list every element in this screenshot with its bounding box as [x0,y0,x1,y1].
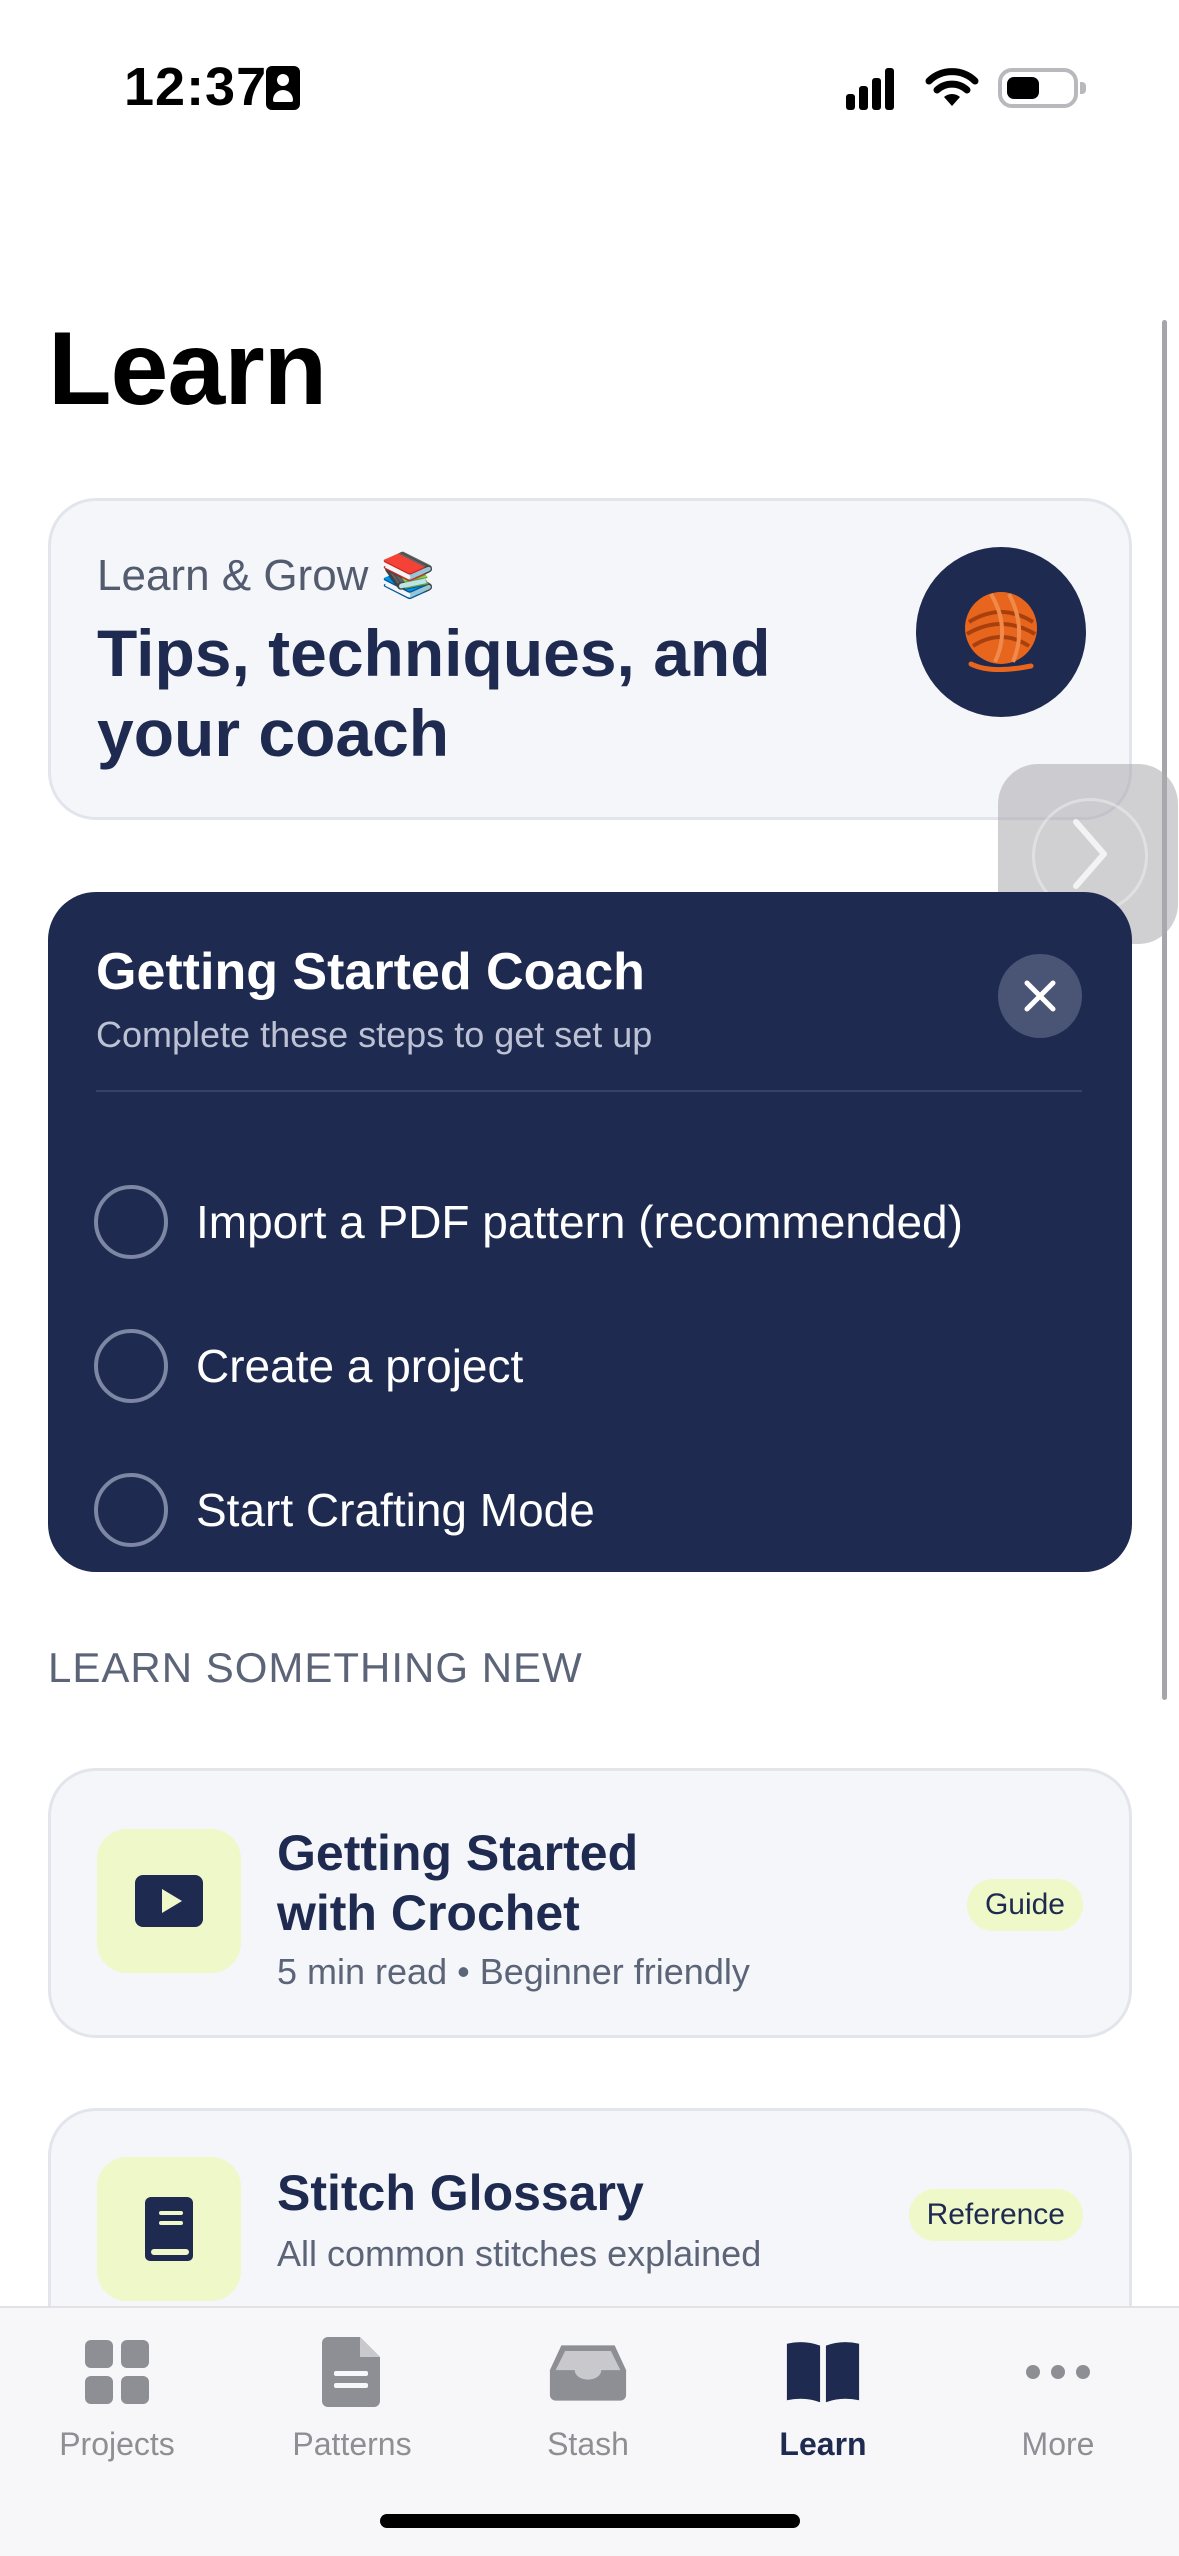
resource-title: Getting Started [277,1825,639,1881]
tab-stash[interactable]: Stash [498,2332,678,2472]
tab-learn[interactable]: Learn [733,2332,913,2472]
tab-label: More [1021,2426,1095,2462]
ellipsis-icon [1026,2365,1090,2379]
resource-icon-tile [97,1829,241,1973]
hero-kicker: Learn & Grow 📚 [97,551,436,600]
section-header: LEARN SOMETHING NEW [48,1644,583,1691]
contact-card-icon [266,66,300,110]
tab-label: Stash [547,2426,629,2462]
page-title: Learn [48,311,327,427]
coach-avatar [916,547,1086,717]
battery-icon [998,68,1086,108]
wifi-icon [925,68,979,106]
tab-label: Learn [779,2426,867,2462]
status-bar: 12:37 [0,0,1179,150]
resource-title: with Crochet [277,1885,580,1941]
cellular-signal-icon [846,68,906,110]
coach-subtitle: Complete these steps to get set up [96,1014,653,1055]
book-icon [145,2197,193,2261]
resource-title: Stitch Glossary [277,2165,644,2221]
step-radio[interactable] [94,1473,168,1547]
coach-step[interactable]: Start Crafting Mode [94,1470,595,1550]
resource-meta: All common stitches explained [277,2233,762,2274]
resource-badge: Guide [966,1879,1083,1931]
hero-card: Learn & Grow 📚 Tips, techniques, and you… [48,498,1132,820]
coach-step[interactable]: Create a project [94,1326,523,1406]
grid-icon [85,2340,149,2404]
tab-label: Projects [59,2426,175,2462]
document-icon [322,2337,380,2407]
yarn-ball-icon [965,592,1037,672]
open-book-icon [786,2342,860,2403]
tab-projects[interactable]: Projects [27,2332,207,2472]
resource-meta: 5 min read • Beginner friendly [277,1951,750,1992]
resource-badge: Reference [908,2189,1083,2241]
step-label: Create a project [196,1340,524,1392]
step-label: Start Crafting Mode [196,1484,595,1536]
coach-card: Getting Started Coach Complete these ste… [48,892,1132,1572]
play-icon [135,1875,203,1927]
close-icon [1024,980,1056,1012]
coach-step[interactable]: Import a PDF pattern (recommended) [94,1182,963,1262]
tray-icon [549,2345,627,2401]
resource-icon-tile [97,2157,241,2301]
coach-divider [96,1090,1082,1092]
hero-title: Tips, techniques, and your coach [97,616,771,770]
tab-patterns[interactable]: Patterns [262,2332,442,2472]
scroll-indicator[interactable] [1162,320,1167,1700]
coach-close-button[interactable] [998,954,1082,1038]
coach-title: Getting Started Coach [96,943,645,1001]
step-radio[interactable] [94,1329,168,1403]
tab-label: Patterns [292,2426,412,2462]
home-indicator [380,2514,800,2528]
tab-more[interactable]: More [968,2332,1148,2472]
step-radio[interactable] [94,1185,168,1259]
resource-card-getting-started[interactable]: Getting Started with Crochet 5 min read … [48,1768,1132,2038]
step-label: Import a PDF pattern (recommended) [196,1196,963,1248]
status-time: 12:37 [124,57,268,117]
